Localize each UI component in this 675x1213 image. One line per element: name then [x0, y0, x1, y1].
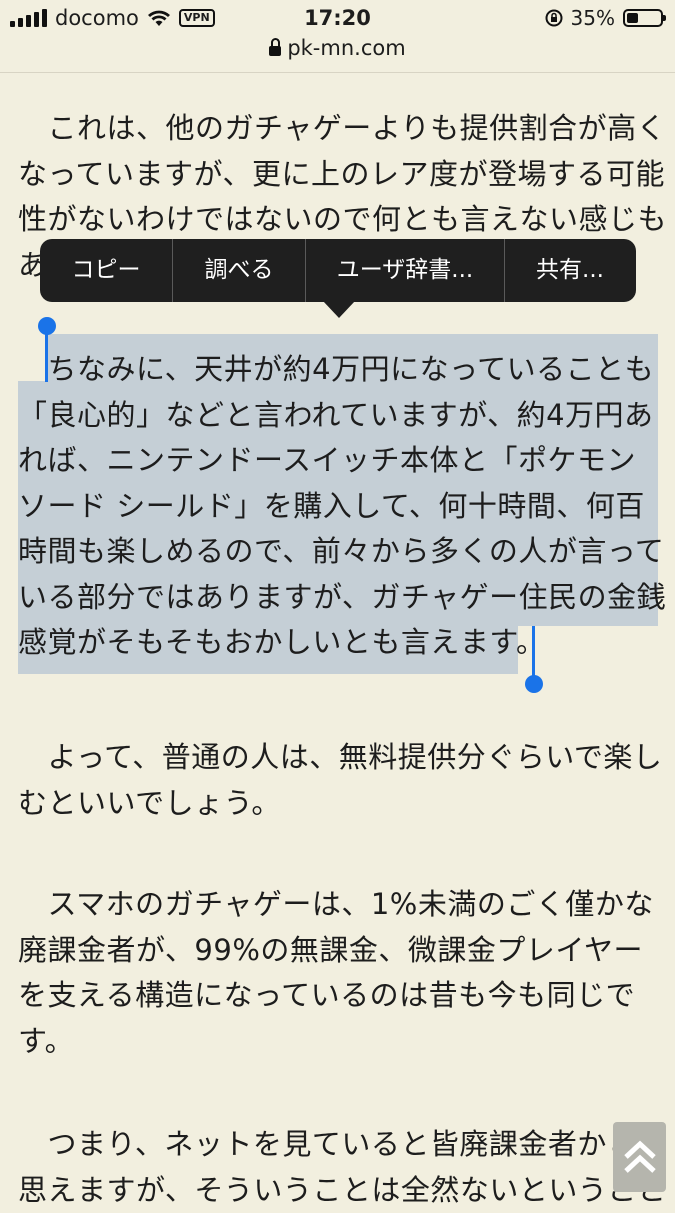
menu-item-copy[interactable]: コピー — [40, 239, 172, 302]
status-right: 35% — [545, 6, 663, 30]
address-bar[interactable]: pk-mn.com — [0, 36, 675, 60]
text-line: よって、普通の人は、無料提供分ぐらいで楽し — [18, 735, 658, 781]
menu-item-share[interactable]: 共有... — [505, 239, 635, 302]
battery-percent: 35% — [571, 6, 615, 30]
text-callout-menu: コピー 調べる ユーザ辞書... 共有... — [40, 239, 636, 302]
text-line: 「良心的」などと言われていますが、約4万円あ — [18, 393, 658, 439]
text-line: を支える構造になっているのは昔も今も同じで — [18, 973, 658, 1019]
url-text: pk-mn.com — [287, 36, 405, 60]
text-line: れば、ニンテンドースイッチ本体と「ポケモン — [18, 438, 658, 484]
text-line: 廃課金者が、99%の無課金、微課金プレイヤー — [18, 928, 658, 974]
text-line: いる部分ではありますが、ガチャゲー住民の金銭 — [18, 575, 658, 621]
selection-start-knob[interactable] — [38, 317, 56, 335]
paragraph-5: つまり、ネットを見ていると皆廃課金者かと 思えますが、そういうことは全然ないとい… — [18, 1122, 658, 1213]
text-line: スマホのガチャゲーは、1%未満のごく僅かな — [18, 882, 658, 928]
text-line: す。 — [18, 1019, 658, 1065]
text-line: ソード シールド」を購入して、何十時間、何百 — [18, 484, 658, 530]
text-line: むといいでしょう。 — [18, 781, 658, 827]
paragraph-2-selected[interactable]: ちなみに、天井が約4万円になっていることも 「良心的」などと言われていますが、約… — [18, 347, 658, 666]
menu-item-lookup[interactable]: 調べる — [173, 239, 305, 302]
text-line: 時間も楽しめるので、前々から多くの人が言って — [18, 529, 658, 575]
lock-icon — [269, 46, 281, 56]
text-line: なっていますが、更に上のレア度が登場する可能 — [18, 152, 658, 198]
battery-icon — [623, 9, 663, 27]
text-line: ちなみに、天井が約4万円になっていることも — [18, 347, 658, 393]
text-line: これは、他のガチャゲーよりも提供割合が高く — [18, 106, 658, 152]
orientation-lock-icon — [545, 9, 563, 27]
status-bar: docomo VPN 17:20 35% pk-mn.com — [0, 0, 675, 73]
text-line: 性がないわけではないので何とも言えない感じも — [18, 197, 658, 243]
double-chevron-up-icon — [623, 1139, 657, 1175]
paragraph-3: よって、普通の人は、無料提供分ぐらいで楽し むといいでしょう。 — [18, 735, 658, 826]
menu-item-user-dictionary[interactable]: ユーザ辞書... — [306, 239, 504, 302]
menu-pointer — [323, 301, 355, 318]
selection-end-knob[interactable] — [525, 675, 543, 693]
paragraph-4: スマホのガチャゲーは、1%未満のごく僅かな 廃課金者が、99%の無課金、微課金プ… — [18, 882, 658, 1064]
text-line: つまり、ネットを見ていると皆廃課金者かと — [18, 1122, 658, 1168]
scroll-to-top-button[interactable] — [613, 1122, 666, 1192]
text-line: 感覚がそもそもおかしいとも言えます。 — [18, 620, 658, 666]
text-line: 思えますが、そういうことは全然ないということ — [18, 1168, 658, 1213]
